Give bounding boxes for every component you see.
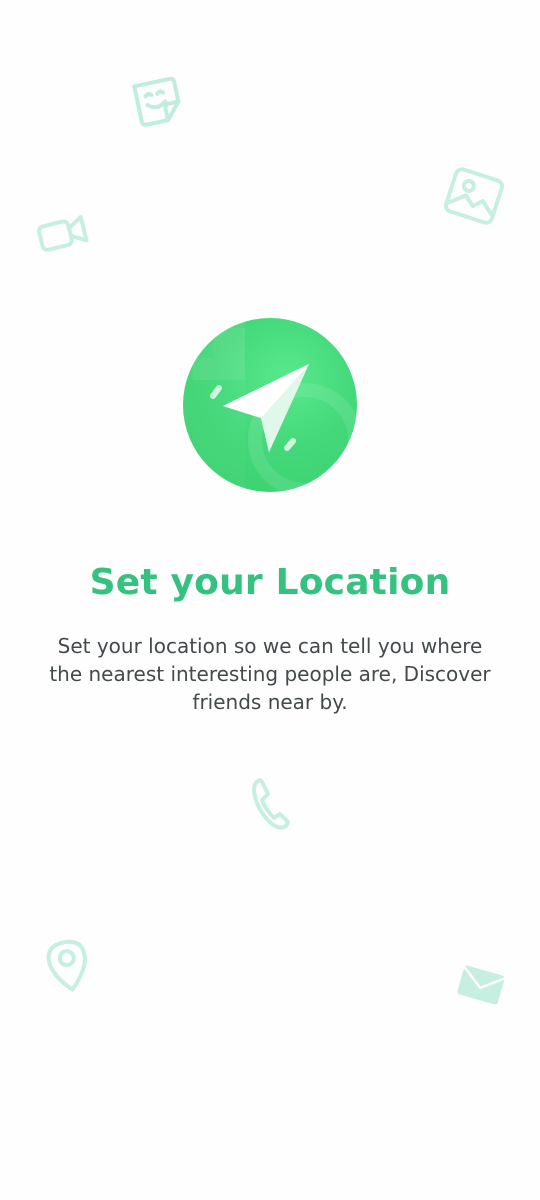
location-hero-badge <box>183 318 357 492</box>
sticker-icon <box>132 76 181 127</box>
navigation-arrow-icon <box>183 318 357 492</box>
image-icon <box>443 167 505 225</box>
onboarding-description: Set your location so we can tell you whe… <box>49 634 491 714</box>
onboarding-title: Set your Location <box>89 562 451 603</box>
video-camera-icon <box>37 215 89 252</box>
location-pin-icon <box>46 939 87 992</box>
onboarding-screen: Set your Location Set your location so w… <box>0 0 540 1200</box>
envelope-icon <box>457 965 506 1005</box>
phone-icon <box>252 778 290 830</box>
